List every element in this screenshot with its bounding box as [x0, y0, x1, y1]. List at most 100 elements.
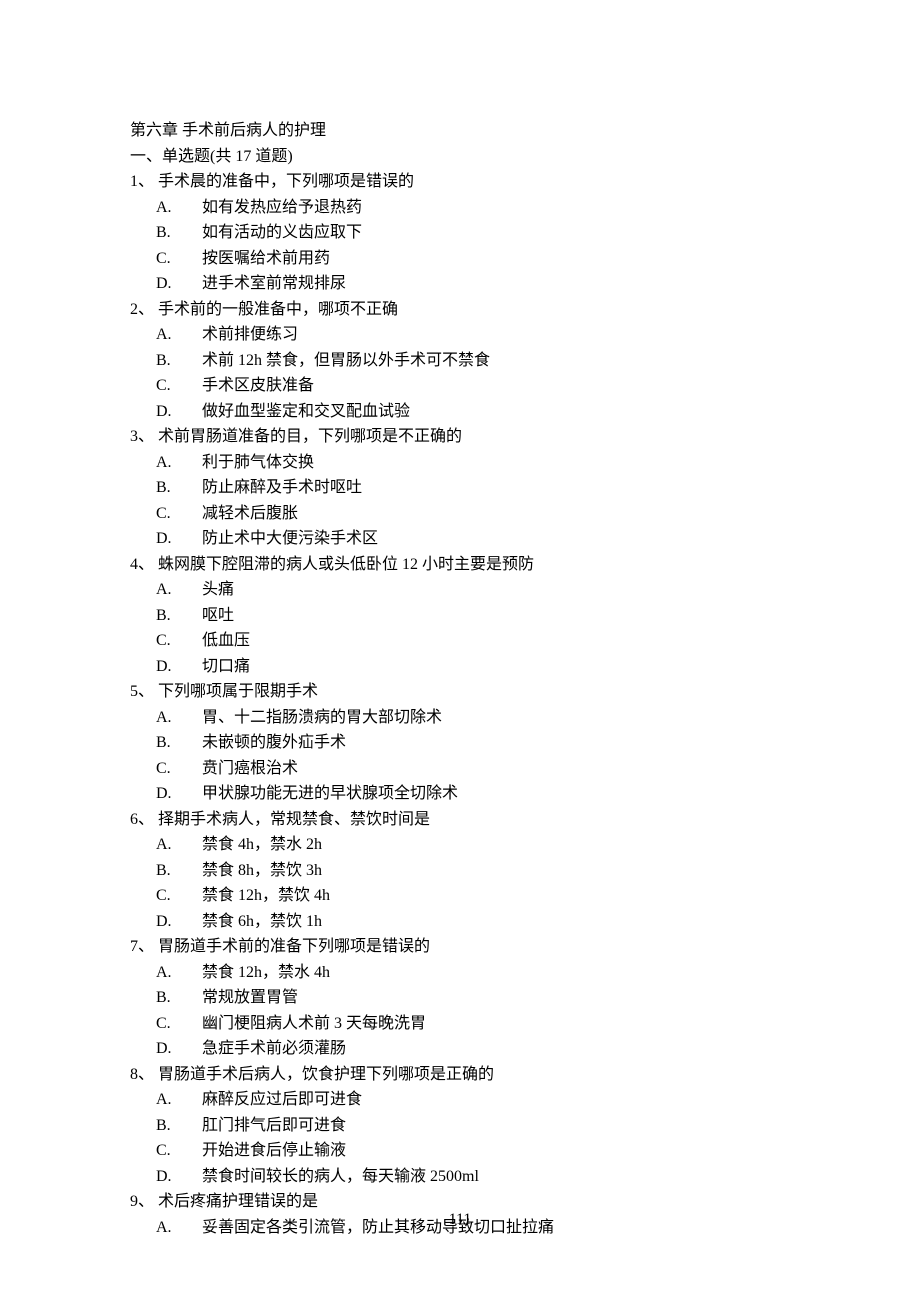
option-text: 术前排便练习: [202, 326, 298, 343]
option-text: 肛门排气后即可进食: [202, 1117, 346, 1134]
option-text: 幽门梗阻病人术前 3 天每晚洗胃: [202, 1015, 426, 1032]
question-stem: 5、 下列哪项属于限期手术: [130, 679, 790, 705]
option-label: B.: [156, 730, 202, 756]
option-text: 防止麻醉及手术时呕吐: [202, 479, 362, 496]
question-list: 1、 手术晨的准备中，下列哪项是错误的A.如有发热应给予退热药B.如有活动的义齿…: [130, 169, 790, 1240]
option-text: 禁食时间较长的病人，每天输液 2500ml: [202, 1168, 479, 1185]
option-row: B.防止麻醉及手术时呕吐: [130, 475, 790, 501]
option-label: B.: [156, 985, 202, 1011]
option-row: B.未嵌顿的腹外疝手术: [130, 730, 790, 756]
option-text: 如有活动的义齿应取下: [202, 224, 362, 241]
option-text: 手术区皮肤准备: [202, 377, 314, 394]
option-row: C.手术区皮肤准备: [130, 373, 790, 399]
option-label: B.: [156, 475, 202, 501]
option-row: A.头痛: [130, 577, 790, 603]
option-row: B.如有活动的义齿应取下: [130, 220, 790, 246]
option-row: C.禁食 12h，禁饮 4h: [130, 883, 790, 909]
option-label: B.: [156, 1113, 202, 1139]
option-text: 禁食 4h，禁水 2h: [202, 836, 322, 853]
option-row: C.幽门梗阻病人术前 3 天每晚洗胃: [130, 1011, 790, 1037]
question-number: 2、: [130, 301, 158, 318]
chapter-title: 第六章 手术前后病人的护理: [130, 118, 790, 144]
question-text: 手术晨的准备中，下列哪项是错误的: [158, 173, 414, 190]
option-text: 禁食 6h，禁饮 1h: [202, 913, 322, 930]
option-label: C.: [156, 628, 202, 654]
question-number: 5、: [130, 683, 158, 700]
option-row: A.术前排便练习: [130, 322, 790, 348]
option-row: B.呕吐: [130, 603, 790, 629]
question-text: 蛛网膜下腔阻滞的病人或头低卧位 12 小时主要是预防: [158, 556, 534, 573]
option-text: 做好血型鉴定和交叉配血试验: [202, 403, 410, 420]
option-row: D.急症手术前必须灌肠: [130, 1036, 790, 1062]
question-number: 7、: [130, 938, 158, 955]
question-number: 4、: [130, 556, 158, 573]
option-row: C.按医嘱给术前用药: [130, 246, 790, 272]
option-row: A.如有发热应给予退热药: [130, 195, 790, 221]
option-label: A.: [156, 195, 202, 221]
option-row: A.利于肺气体交换: [130, 450, 790, 476]
option-label: C.: [156, 1138, 202, 1164]
option-label: A.: [156, 1087, 202, 1113]
option-row: D.切口痛: [130, 654, 790, 680]
option-text: 贲门癌根治术: [202, 760, 298, 777]
option-text: 禁食 8h，禁饮 3h: [202, 862, 322, 879]
option-text: 禁食 12h，禁饮 4h: [202, 887, 330, 904]
option-text: 按医嘱给术前用药: [202, 250, 330, 267]
option-label: D.: [156, 781, 202, 807]
option-label: C.: [156, 756, 202, 782]
question-text: 胃肠道手术后病人，饮食护理下列哪项是正确的: [158, 1066, 494, 1083]
option-text: 麻醉反应过后即可进食: [202, 1091, 362, 1108]
option-label: D.: [156, 1164, 202, 1190]
option-row: C.贲门癌根治术: [130, 756, 790, 782]
option-label: D.: [156, 399, 202, 425]
option-row: B.术前 12h 禁食，但胃肠以外手术可不禁食: [130, 348, 790, 374]
option-text: 胃、十二指肠溃病的胃大部切除术: [202, 709, 442, 726]
option-label: A.: [156, 322, 202, 348]
option-row: C.低血压: [130, 628, 790, 654]
question-text: 择期手术病人，常规禁食、禁饮时间是: [158, 811, 430, 828]
option-text: 禁食 12h，禁水 4h: [202, 964, 330, 981]
question-text: 术前胃肠道准备的目，下列哪项是不正确的: [158, 428, 462, 445]
page-number: 111: [0, 1207, 920, 1233]
option-row: D.防止术中大便污染手术区: [130, 526, 790, 552]
option-text: 利于肺气体交换: [202, 454, 314, 471]
option-label: A.: [156, 705, 202, 731]
option-label: A.: [156, 960, 202, 986]
option-row: D.甲状腺功能无进的早状腺项全切除术: [130, 781, 790, 807]
document-page: 第六章 手术前后病人的护理 一、单选题(共 17 道题) 1、 手术晨的准备中，…: [0, 0, 920, 1302]
option-text: 呕吐: [202, 607, 234, 624]
option-text: 切口痛: [202, 658, 250, 675]
option-text: 进手术室前常规排尿: [202, 275, 346, 292]
option-label: D.: [156, 909, 202, 935]
option-text: 术前 12h 禁食，但胃肠以外手术可不禁食: [202, 352, 490, 369]
option-row: B.常规放置胃管: [130, 985, 790, 1011]
option-label: B.: [156, 858, 202, 884]
option-row: C.减轻术后腹胀: [130, 501, 790, 527]
option-label: D.: [156, 1036, 202, 1062]
option-row: B.肛门排气后即可进食: [130, 1113, 790, 1139]
question-number: 6、: [130, 811, 158, 828]
option-label: C.: [156, 1011, 202, 1037]
option-text: 减轻术后腹胀: [202, 505, 298, 522]
option-row: A.禁食 12h，禁水 4h: [130, 960, 790, 986]
question-number: 8、: [130, 1066, 158, 1083]
option-row: D.做好血型鉴定和交叉配血试验: [130, 399, 790, 425]
question-stem: 8、 胃肠道手术后病人，饮食护理下列哪项是正确的: [130, 1062, 790, 1088]
option-label: D.: [156, 654, 202, 680]
option-label: B.: [156, 603, 202, 629]
option-label: C.: [156, 883, 202, 909]
option-label: B.: [156, 220, 202, 246]
option-text: 急症手术前必须灌肠: [202, 1040, 346, 1057]
option-text: 甲状腺功能无进的早状腺项全切除术: [202, 785, 458, 802]
question-stem: 1、 手术晨的准备中，下列哪项是错误的: [130, 169, 790, 195]
option-label: B.: [156, 348, 202, 374]
option-text: 低血压: [202, 632, 250, 649]
option-row: A.麻醉反应过后即可进食: [130, 1087, 790, 1113]
question-text: 胃肠道手术前的准备下列哪项是错误的: [158, 938, 430, 955]
option-label: A.: [156, 832, 202, 858]
option-text: 如有发热应给予退热药: [202, 199, 362, 216]
option-row: C.开始进食后停止输液: [130, 1138, 790, 1164]
option-label: D.: [156, 271, 202, 297]
option-text: 常规放置胃管: [202, 989, 298, 1006]
question-stem: 3、 术前胃肠道准备的目，下列哪项是不正确的: [130, 424, 790, 450]
